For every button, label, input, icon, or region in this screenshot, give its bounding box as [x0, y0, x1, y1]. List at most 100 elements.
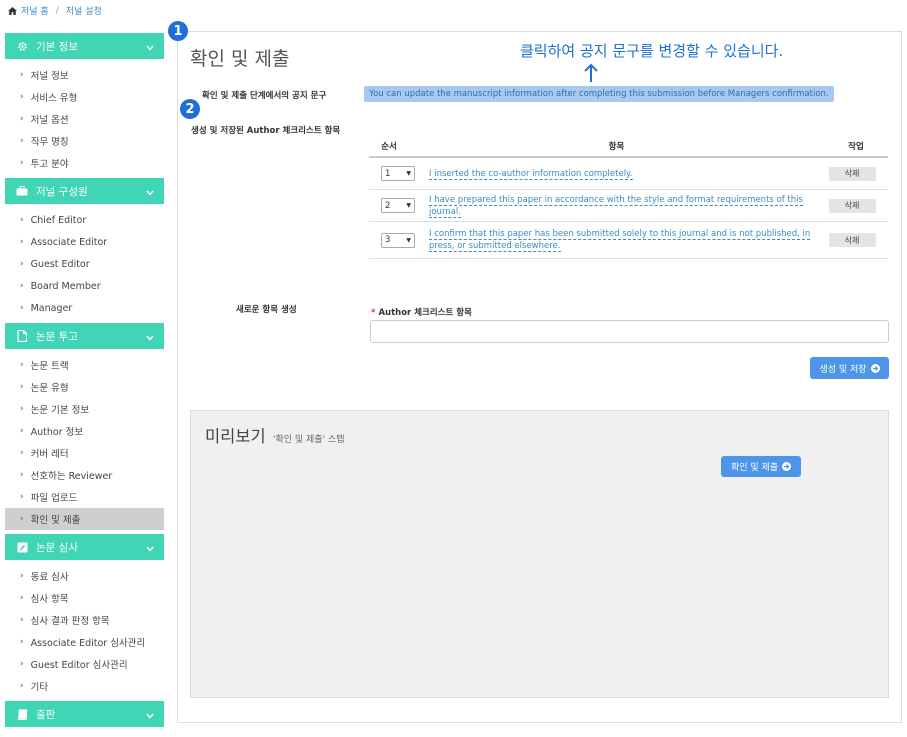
- sidebar-item[interactable]: › Guest Editor 심사관리: [5, 653, 164, 675]
- sidebar-item[interactable]: › 커버 레터: [5, 442, 164, 464]
- sidebar-item[interactable]: › 동료 심사: [5, 565, 164, 587]
- column-header-action: 작업: [848, 142, 864, 152]
- order-value: 2: [385, 200, 391, 211]
- order-select[interactable]: 1 ▼: [381, 166, 415, 181]
- chevron-right-icon: ›: [20, 659, 24, 669]
- sidebar-section-members[interactable]: 저널 구성원: [5, 178, 164, 204]
- sidebar-section-title: 출판: [36, 708, 56, 721]
- delete-button[interactable]: 삭제: [828, 233, 876, 247]
- sidebar-section-submission[interactable]: 논문 투고: [5, 323, 164, 349]
- table-row: 2 ▼ I have prepared this paper in accorda…: [369, 190, 888, 222]
- sidebar-item[interactable]: › Manager: [5, 297, 164, 319]
- field-label: * Author 체크리스트 항목: [371, 306, 472, 318]
- confirm-submit-button[interactable]: 확인 및 제출: [721, 456, 801, 477]
- chevron-right-icon: ›: [20, 259, 24, 269]
- chevron-right-icon: ›: [20, 303, 24, 313]
- sidebar-item[interactable]: › 직무 명칭: [5, 130, 164, 152]
- delete-button[interactable]: 삭제: [828, 166, 876, 181]
- checklist-item-text[interactable]: I confirm that this paper has been submi…: [429, 229, 811, 252]
- sidebar-item-label: 기타: [30, 682, 49, 693]
- sidebar-item-label: 서비스 유형: [30, 93, 78, 104]
- page-title: 확인 및 제출: [190, 48, 290, 70]
- sidebar-item[interactable]: › Associate Editor: [5, 231, 164, 253]
- sidebar-item[interactable]: › 저널 정보: [5, 64, 164, 86]
- sidebar-item-label: Manager: [30, 302, 73, 314]
- sidebar-item-label: Guest Editor: [30, 258, 90, 270]
- checklist-item-text[interactable]: I have prepared this paper in accordance…: [429, 194, 803, 218]
- sidebar-section-list: › Chief Editor › Associate Editor › Guest E…: [5, 204, 164, 323]
- order-select[interactable]: 2 ▼: [381, 198, 415, 213]
- chevron-down-icon[interactable]: [146, 543, 154, 555]
- notice-text-editable[interactable]: You can update the manuscript informatio…: [364, 86, 834, 102]
- annotation-badge-2: 2: [180, 99, 200, 119]
- preview-title-text: 미리보기: [205, 427, 266, 446]
- sidebar-section-title: 논문 투고: [36, 330, 78, 343]
- order-value: 3: [385, 235, 391, 245]
- book-icon: [16, 708, 28, 720]
- breadcrumb-current[interactable]: 저널 설정: [66, 4, 102, 17]
- column-header-order: 순서: [381, 142, 397, 152]
- sidebar-item-label: 심사 결과 판정 항목: [30, 616, 110, 627]
- chevron-right-icon: ›: [20, 426, 24, 436]
- sidebar-item-active[interactable]: › 확인 및 제출: [5, 508, 164, 530]
- sidebar-section-publishing[interactable]: 출판: [5, 701, 164, 727]
- sidebar-item[interactable]: › 심사 결과 판정 항목: [5, 609, 164, 631]
- arrow-right-circle-icon: [782, 462, 792, 471]
- sidebar-item[interactable]: › 논문 유형: [5, 376, 164, 398]
- checklist-label: 생성 및 저장된 Author 체크리스트 항목: [191, 126, 341, 136]
- annotation-badge-1: 1: [168, 21, 188, 41]
- sidebar-item-label: 선호하는 Reviewer: [30, 471, 113, 482]
- notice-label: 확인 및 제출 단계에서의 공지 문구: [202, 91, 327, 101]
- chevron-right-icon: ›: [20, 514, 24, 524]
- order-select[interactable]: 3 ▼: [381, 232, 415, 248]
- chevron-down-icon[interactable]: [146, 42, 154, 54]
- sidebar-item[interactable]: › 서비스 유형: [5, 86, 164, 108]
- sidebar-item[interactable]: › 심사 항목: [5, 587, 164, 609]
- chevron-right-icon: ›: [20, 382, 24, 392]
- sidebar-item[interactable]: › Author 정보: [5, 420, 164, 442]
- chevron-right-icon: ›: [20, 281, 24, 291]
- sidebar-item[interactable]: › Associate Editor 심사관리: [5, 631, 164, 653]
- save-button-label: 생성 및 저장: [819, 364, 867, 375]
- chevron-down-icon[interactable]: [146, 710, 154, 722]
- dropdown-arrow-icon: ▼: [406, 202, 411, 209]
- sidebar-item[interactable]: › 선호하는 Reviewer: [5, 464, 164, 486]
- breadcrumb-home-link[interactable]: 저널 홈: [21, 4, 49, 17]
- checklist-table: 순서 항목 작업 1 ▼ I inserted the co-author inf…: [369, 136, 888, 259]
- sidebar-item[interactable]: › 논문 기본 정보: [5, 398, 164, 420]
- checklist-item-text[interactable]: I inserted the co-author information com…: [429, 168, 633, 180]
- sidebar-item-label: 논문 유형: [30, 383, 69, 394]
- create-save-button[interactable]: 생성 및 저장: [810, 357, 889, 379]
- annotation-callout: 클릭하여 공지 문구를 변경할 수 있습니다.: [520, 42, 784, 60]
- chevron-down-icon[interactable]: [146, 187, 154, 199]
- sidebar-item[interactable]: › Guest Editor: [5, 253, 164, 275]
- chevron-down-icon[interactable]: [146, 332, 154, 344]
- sidebar-item-label: 확인 및 제출: [30, 515, 81, 526]
- sidebar-item-label: Associate Editor 심사관리: [30, 638, 146, 649]
- checklist-item-input[interactable]: [370, 320, 889, 343]
- sidebar-section-title: 기본 정보: [36, 40, 78, 53]
- dropdown-arrow-icon: ▼: [406, 236, 411, 244]
- sidebar-item-label: Associate Editor: [30, 236, 108, 248]
- sidebar-item[interactable]: › Chief Editor: [5, 209, 164, 231]
- sidebar-section-list: › 동료 심사 › 심사 항목 › 심사 결과 판정 항목 › Associate Ed…: [5, 560, 164, 701]
- sidebar-item[interactable]: › 기타: [5, 675, 164, 697]
- sidebar-item[interactable]: › Board Member: [5, 275, 164, 297]
- sidebar-item[interactable]: › 투고 분야: [5, 152, 164, 174]
- sidebar-section-basic-info[interactable]: 기본 정보: [5, 33, 164, 59]
- delete-button[interactable]: 삭제: [828, 198, 876, 213]
- sidebar-section-review[interactable]: 논문 심사: [5, 534, 164, 560]
- arrow-right-circle-icon: [870, 363, 880, 373]
- table-row: 1 ▼ I inserted the co-author information …: [369, 158, 888, 190]
- sidebar-section-list: › 저널 정보 › 서비스 유형 › 저널 옵션 › 직무 명칭 › 투고 분야: [5, 59, 164, 178]
- sidebar-item[interactable]: › 저널 옵션: [5, 108, 164, 130]
- preview-title: 미리보기 '확인 및 제출' 스텝: [205, 423, 344, 447]
- sidebar-item[interactable]: › 파일 업로드: [5, 486, 164, 508]
- chevron-right-icon: ›: [20, 360, 24, 370]
- sidebar-item[interactable]: › 논문 트랙: [5, 354, 164, 376]
- chevron-right-icon: ›: [20, 92, 24, 102]
- home-icon[interactable]: [8, 6, 17, 15]
- table-header: 순서 항목 작업: [369, 136, 888, 158]
- chevron-right-icon: ›: [20, 404, 24, 414]
- chevron-right-icon: ›: [20, 237, 24, 247]
